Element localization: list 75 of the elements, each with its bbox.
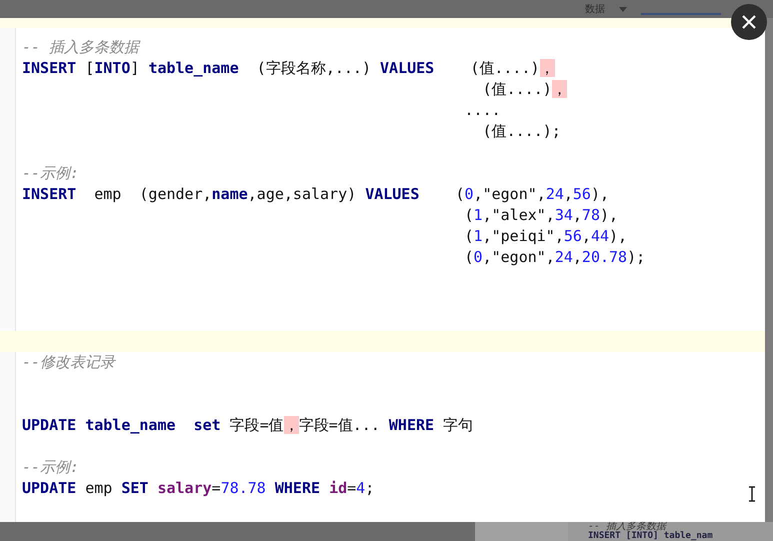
code-text: 字段=值... <box>298 416 381 434</box>
code-comment: --修改表记录 <box>22 353 116 371</box>
code-comment: --示例: <box>22 164 80 182</box>
code-text: , <box>572 206 582 224</box>
scrollbar-thumb[interactable] <box>0 522 475 541</box>
keyword: INSERT <box>22 59 76 77</box>
code-text: ), <box>609 227 628 245</box>
code-editor[interactable] <box>0 28 765 522</box>
keyword: VALUES <box>365 185 420 203</box>
code-text: ; <box>365 479 374 497</box>
keyword: name <box>212 185 248 203</box>
keyword: INTO <box>94 59 130 77</box>
code-text: (值....) <box>482 80 552 98</box>
code-comment: --示例: <box>22 458 80 476</box>
code-text: = <box>212 479 221 497</box>
code-text: , <box>564 185 573 203</box>
number-literal: 78 <box>582 206 600 224</box>
keyword: WHERE <box>274 479 322 497</box>
code-text: = <box>347 479 356 497</box>
code-text: ,age,salary) <box>248 185 358 203</box>
code-text: .... <box>464 101 501 119</box>
column-name: id <box>329 479 348 497</box>
code-text: ,"peiqi", <box>482 227 564 245</box>
number-literal: 1 <box>474 206 483 224</box>
text-cursor-icon <box>748 486 756 502</box>
column-name: salary <box>157 479 212 497</box>
number-literal: 20.78 <box>582 248 628 266</box>
code-text: emp (gender, <box>93 185 212 203</box>
number-literal: 56 <box>564 227 582 245</box>
keyword: UPDATE <box>22 479 76 497</box>
number-literal: 0 <box>464 185 474 203</box>
keyword: INSERT <box>22 185 76 203</box>
error-highlight: ， <box>284 416 299 434</box>
number-literal: 4 <box>356 479 366 497</box>
number-literal: 0 <box>474 248 483 266</box>
code-text: ); <box>627 248 646 266</box>
code-text: ,"egon", <box>474 185 546 203</box>
code-text: ( <box>464 206 474 224</box>
code-text: (值....) <box>469 59 540 77</box>
error-highlight: ， <box>552 80 567 98</box>
number-literal: 56 <box>572 185 591 203</box>
number-literal: 1 <box>474 227 483 245</box>
code-comment: -- 插入多条数据 <box>22 38 140 56</box>
code-text: ,"egon", <box>482 248 555 266</box>
close-icon <box>741 14 757 30</box>
code-text: ( <box>464 227 474 245</box>
code-text: 字句 <box>442 416 474 434</box>
code-text: (值....); <box>482 122 561 140</box>
code-text: emp <box>84 479 114 497</box>
number-literal: 34 <box>554 206 573 224</box>
code-text: ( <box>464 248 474 266</box>
code-text: [ <box>84 59 94 77</box>
code-text: ] <box>130 59 140 77</box>
number-literal: 44 <box>590 227 610 245</box>
error-highlight: ， <box>540 59 555 77</box>
code-text: ,"alex", <box>482 206 555 224</box>
number-literal: 24 <box>554 248 573 266</box>
keyword: SET <box>121 479 150 497</box>
number-literal: 24 <box>546 185 564 203</box>
caret-icon <box>619 6 627 12</box>
code-text: ( <box>454 185 465 203</box>
code-text: (字段名称,...) <box>256 59 372 77</box>
keyword: UPDATE table_name set <box>22 416 221 434</box>
number-literal: 78.78 <box>220 479 266 497</box>
keyword: VALUES <box>380 59 434 77</box>
code-text: , <box>582 227 591 245</box>
code-text: ), <box>600 206 618 224</box>
code-line: INSERT [INTO] table_nam <box>588 532 713 541</box>
horizontal-scrollbar[interactable] <box>0 522 568 541</box>
code-text: 字段=值 <box>228 416 284 434</box>
menu-label[interactable]: 数据 <box>585 2 605 16</box>
code-text: ), <box>590 185 610 203</box>
code-text: , <box>572 248 582 266</box>
keyword: WHERE <box>388 416 434 434</box>
keyword: table_name <box>148 59 239 77</box>
